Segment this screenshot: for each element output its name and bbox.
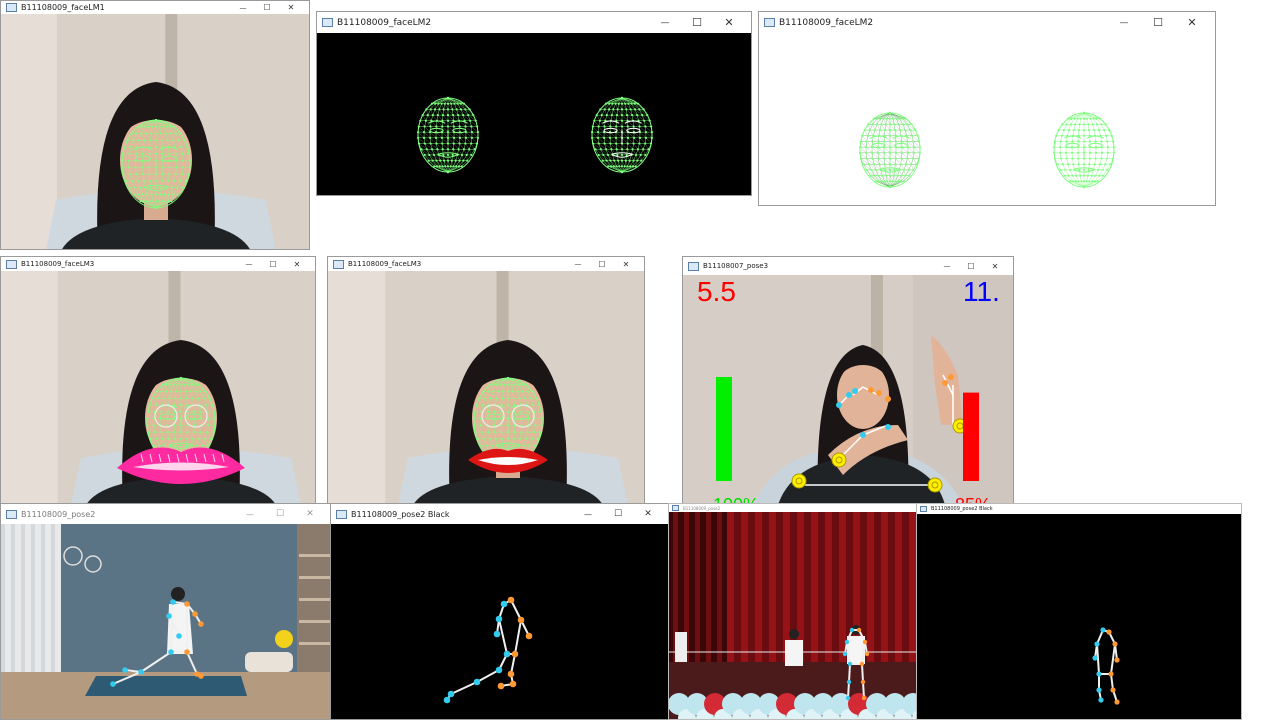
title-bar[interactable]: B11108009_faceLM2 — ☐ ✕ xyxy=(759,12,1215,33)
window-title: B11108007_pose3 xyxy=(703,262,769,270)
close-button[interactable]: ✕ xyxy=(295,509,325,519)
window-title: B11108009_faceLM2 xyxy=(779,17,874,28)
title-bar[interactable]: B11108009_faceLM2 — ☐ ✕ xyxy=(317,12,751,33)
close-button[interactable]: ✕ xyxy=(1175,16,1209,29)
minimize-button[interactable]: — xyxy=(231,4,255,12)
window-title: B11108009_faceLM2 xyxy=(337,17,432,28)
close-button[interactable]: ✕ xyxy=(285,260,309,269)
minimize-button[interactable]: — xyxy=(235,510,265,519)
right-progress-bar xyxy=(963,392,979,481)
minimize-button[interactable]: — xyxy=(935,262,959,270)
maximize-button[interactable]: ☐ xyxy=(959,262,983,271)
title-bar[interactable]: B11108009_pose2 Black xyxy=(917,504,1241,514)
app-icon xyxy=(920,506,927,512)
app-icon xyxy=(764,18,775,27)
pose-counter-canvas: 5.5 11. 100% 85% xyxy=(683,275,1013,503)
mesh-view xyxy=(759,33,1215,205)
face-mesh-left xyxy=(416,96,480,174)
window-title: B11108009_pose2 xyxy=(683,505,721,511)
maximize-button[interactable]: ☐ xyxy=(261,260,285,269)
window-title: B11108009_pose2 Black xyxy=(931,506,993,512)
camera-view xyxy=(1,14,309,249)
webcam-face-mesh-image xyxy=(1,14,309,249)
app-icon xyxy=(6,259,17,269)
webcam-lip-filter-image xyxy=(1,271,315,503)
window-facelm1[interactable]: B11108009_faceLM1 — ☐ ✕ xyxy=(0,0,310,250)
window-facelm3-red[interactable]: B11108009_faceLM3 — ☐ ✕ xyxy=(327,256,645,504)
close-button[interactable]: ✕ xyxy=(633,509,663,519)
camera-view xyxy=(328,271,644,503)
pose-skeleton-canvas xyxy=(1092,627,1120,705)
app-icon xyxy=(322,18,333,27)
window-pose2-stage[interactable]: B11108009_pose2 xyxy=(668,503,918,720)
maximize-button[interactable]: ☐ xyxy=(603,509,633,519)
minimize-button[interactable]: — xyxy=(1107,18,1141,28)
title-bar[interactable]: B11108009_faceLM1 — ☐ ✕ xyxy=(1,1,309,14)
close-button[interactable]: ✕ xyxy=(614,260,638,269)
camera-view xyxy=(1,271,315,503)
title-bar[interactable]: B11108009_pose2 — ☐ ✕ xyxy=(1,504,331,524)
maximize-button[interactable]: ☐ xyxy=(590,260,614,269)
window-pose2-black-small[interactable]: B11108009_pose2 Black xyxy=(916,503,1242,720)
camera-view: 5.5 11. 100% 85% xyxy=(683,275,1013,503)
title-bar[interactable]: B11108009_faceLM3 — ☐ ✕ xyxy=(1,257,315,271)
window-pose3[interactable]: B11108007_pose3 — ☐ ✕ 5.5 11. 100% 85% xyxy=(682,256,1014,504)
window-title: B11108009_faceLM3 xyxy=(21,260,95,268)
video-view xyxy=(669,512,917,719)
skeleton-view xyxy=(331,524,669,719)
window-title: B11108009_faceLM3 xyxy=(348,260,422,268)
skeleton-view xyxy=(917,514,1241,719)
video-view xyxy=(1,524,331,719)
minimize-button[interactable]: — xyxy=(649,18,681,28)
pose-skeleton-canvas xyxy=(443,596,533,704)
face-mesh-right xyxy=(1052,111,1116,189)
title-bar[interactable]: B11108009_pose2 xyxy=(669,504,917,512)
face-mesh-right xyxy=(590,96,654,174)
minimize-button[interactable]: — xyxy=(237,260,261,268)
minimize-button[interactable]: — xyxy=(573,510,603,519)
window-facelm2-white[interactable]: B11108009_faceLM2 — ☐ ✕ xyxy=(758,11,1216,206)
window-title: B11108009_pose2 Black xyxy=(351,509,450,519)
title-bar[interactable]: B11108007_pose3 — ☐ ✕ xyxy=(683,257,1013,275)
window-facelm2-black[interactable]: B11108009_faceLM2 — ☐ ✕ xyxy=(316,11,752,196)
window-facelm3-pink[interactable]: B11108009_faceLM3 — ☐ ✕ xyxy=(0,256,316,504)
app-icon xyxy=(336,509,347,519)
mesh-view xyxy=(317,33,751,195)
app-icon xyxy=(672,505,679,511)
maximize-button[interactable]: ☐ xyxy=(681,16,713,29)
face-mesh-left xyxy=(858,111,922,189)
right-percent-text: 85% xyxy=(955,495,991,503)
window-pose2-yoga[interactable]: B11108009_pose2 — ☐ ✕ xyxy=(0,503,332,720)
close-button[interactable]: ✕ xyxy=(713,16,745,29)
window-title: B11108009_faceLM1 xyxy=(21,3,105,12)
face-mesh-canvas xyxy=(858,111,1116,189)
close-button[interactable]: ✕ xyxy=(983,262,1007,271)
right-count-text: 11. xyxy=(963,276,1000,307)
window-title: B11108009_pose2 xyxy=(21,509,96,519)
app-icon xyxy=(6,509,17,519)
window-pose2-black[interactable]: B11108009_pose2 Black — ☐ ✕ xyxy=(330,503,670,720)
app-icon xyxy=(688,261,699,271)
maximize-button[interactable]: ☐ xyxy=(265,509,295,519)
stage-performance-image xyxy=(669,512,917,719)
left-progress-bar xyxy=(716,377,732,481)
title-bar[interactable]: B11108009_faceLM3 — ☐ ✕ xyxy=(328,257,644,271)
yoga-room-pose-image xyxy=(1,524,331,719)
face-mesh-canvas xyxy=(416,96,654,174)
minimize-button[interactable]: — xyxy=(566,260,590,268)
maximize-button[interactable]: ☐ xyxy=(1141,16,1175,29)
close-button[interactable]: ✕ xyxy=(279,3,303,12)
left-percent-text: 100% xyxy=(713,495,759,503)
title-bar[interactable]: B11108009_pose2 Black — ☐ ✕ xyxy=(331,504,669,524)
app-icon xyxy=(6,3,17,12)
app-icon xyxy=(333,259,344,269)
webcam-lip-filter-image xyxy=(328,271,644,503)
left-count-text: 5.5 xyxy=(697,276,736,307)
maximize-button[interactable]: ☐ xyxy=(255,3,279,12)
